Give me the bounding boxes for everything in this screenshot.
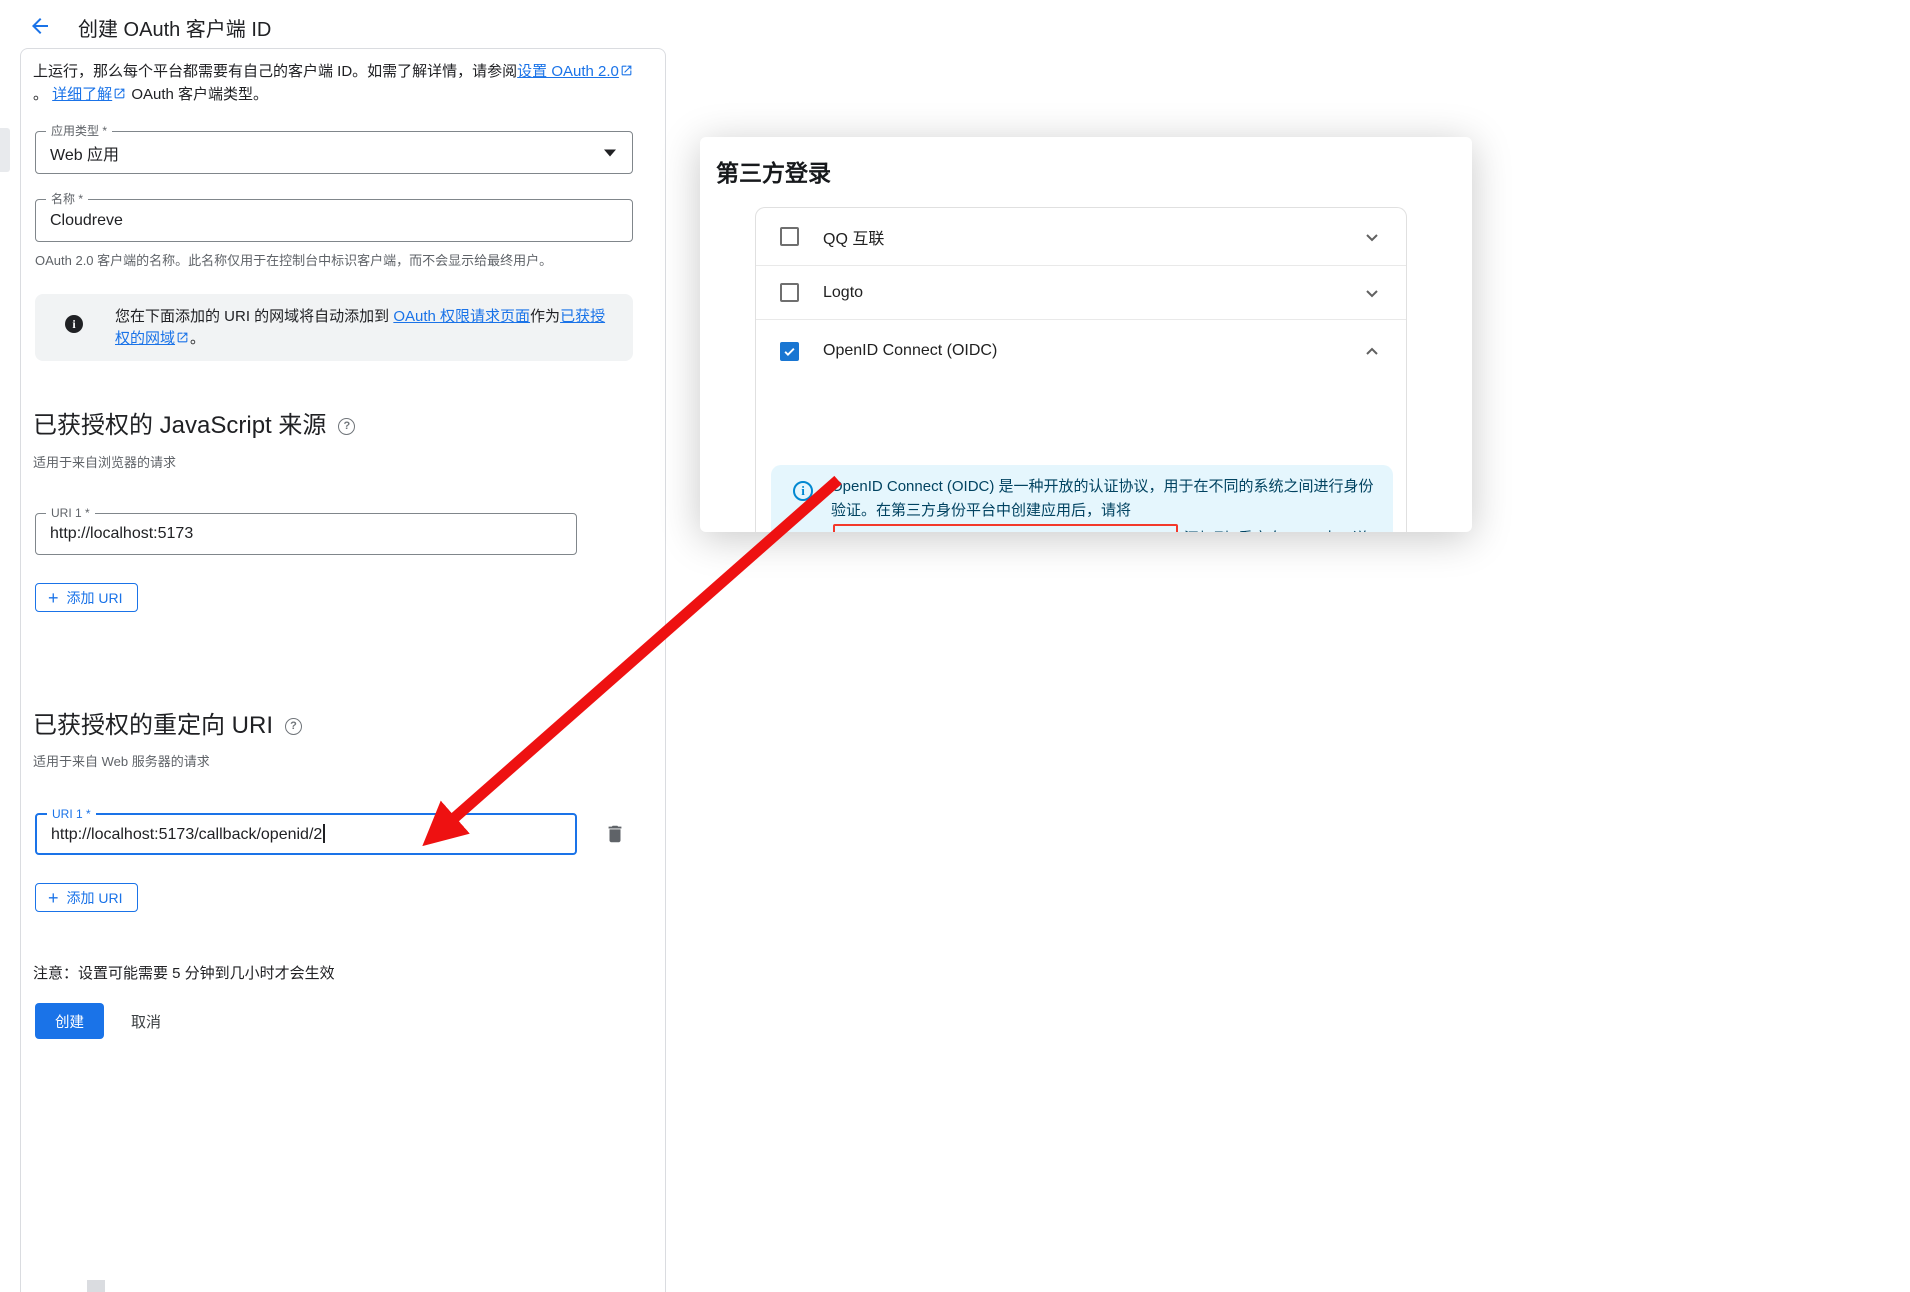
intro-sep: 。	[33, 86, 52, 103]
setup-oauth-link[interactable]: 设置 OAuth 2.0	[517, 63, 619, 80]
notice-text3: 。	[190, 330, 205, 347]
top-bar: 创建 OAuth 客户端 ID	[0, 0, 1910, 48]
js-origin-uri-label: URI 1 *	[46, 506, 95, 520]
oidc-alert-text: OpenID Connect (OIDC) 是一种开放的认证协议，用于在不同的系…	[831, 475, 1379, 532]
learn-more-link[interactable]: 详细了解	[52, 86, 112, 103]
oauth-consent-link[interactable]: OAuth 权限请求页面	[393, 308, 530, 325]
intro-text2: OAuth 客户端类型。	[127, 86, 268, 103]
js-origins-section-header: 已获授权的 JavaScript 来源?	[33, 405, 355, 440]
provider-label: QQ 互联	[823, 225, 884, 249]
app-type-value: Web 应用	[50, 141, 119, 165]
provider-row-qq[interactable]: QQ 互联	[756, 208, 1406, 266]
text-caret	[323, 824, 325, 843]
js-origins-subtitle: 适用于来自浏览器的请求	[33, 452, 176, 471]
callback-url-code: http://localhost:5173/callback/openid/2	[833, 524, 1178, 532]
client-name-value: Cloudreve	[50, 212, 123, 230]
js-origin-uri-value: http://localhost:5173	[50, 525, 193, 543]
help-icon[interactable]: ?	[338, 418, 355, 435]
propagation-note: 注意：设置可能需要 5 分钟到几小时才会生效	[33, 962, 335, 983]
provider-row-oidc[interactable]: OpenID Connect (OIDC)	[756, 320, 1406, 382]
cancel-button[interactable]: 取消	[117, 1003, 175, 1039]
add-js-origin-uri-button[interactable]: + 添加 URI	[35, 583, 138, 612]
chevron-down-icon[interactable]	[1360, 281, 1384, 305]
redirect-uri-title: 已获授权的重定向 URI	[33, 712, 273, 739]
app-type-label: 应用类型 *	[46, 124, 112, 138]
client-name-label: 名称 *	[46, 192, 88, 206]
chevron-up-icon[interactable]	[1360, 339, 1384, 363]
page: 创建 OAuth 客户端 ID 上运行，那么每个平台都需要有自己的客户端 ID。…	[0, 0, 1910, 1292]
intro-text: 上运行，那么每个平台都需要有自己的客户端 ID。如需了解详情，请参阅	[33, 63, 517, 80]
chevron-down-icon[interactable]	[1360, 225, 1384, 249]
client-name-input[interactable]: 名称 * Cloudreve	[35, 199, 633, 242]
plus-icon: +	[48, 589, 59, 607]
alert-text1: OpenID Connect (OIDC) 是一种开放的认证协议，用于在不同的系…	[831, 478, 1374, 519]
redirect-uri-label: URI 1 *	[47, 807, 96, 821]
third-party-login-panel: 第三方登录 QQ 互联 Logto OpenID Con	[700, 137, 1472, 532]
checkbox-unchecked-icon[interactable]	[780, 283, 799, 302]
external-link-icon	[620, 61, 633, 74]
create-button[interactable]: 创建	[35, 1003, 104, 1039]
intro-paragraph: 上运行，那么每个平台都需要有自己的客户端 ID。如需了解详情，请参阅设置 OAu…	[33, 60, 635, 106]
delete-uri-icon[interactable]	[604, 823, 626, 845]
domain-notice-text: 您在下面添加的 URI 的网域将自动添加到 OAuth 权限请求页面作为已获授权…	[115, 306, 615, 350]
checkbox-unchecked-icon[interactable]	[780, 227, 799, 246]
notice-text2: 作为	[530, 308, 560, 325]
add-redirect-uri-button[interactable]: + 添加 URI	[35, 883, 138, 912]
provider-accordion: QQ 互联 Logto OpenID Connect (OIDC)	[755, 207, 1407, 532]
app-type-select[interactable]: 应用类型 * Web 应用	[35, 131, 633, 174]
add-uri-label: 添加 URI	[67, 888, 123, 908]
add-uri-label: 添加 URI	[67, 588, 123, 608]
scroll-fragment	[0, 128, 10, 172]
info-icon: i	[65, 315, 83, 333]
external-link-icon	[176, 329, 189, 342]
provider-label: Logto	[823, 284, 863, 302]
page-title: 创建 OAuth 客户端 ID	[78, 13, 271, 42]
panel-title: 第三方登录	[716, 154, 831, 188]
plus-icon: +	[48, 889, 59, 907]
redirect-uri-text: http://localhost:5173/callback/openid/2	[51, 826, 322, 843]
redirect-uri-section-header: 已获授权的重定向 URI?	[33, 705, 302, 740]
notice-text1: 您在下面添加的 URI 的网域将自动添加到	[115, 308, 393, 325]
client-name-helper: OAuth 2.0 客户端的名称。此名称仅用于在控制台中标识客户端，而不会显示给…	[35, 250, 635, 269]
info-icon: i	[793, 481, 813, 501]
redirect-uri-input[interactable]: URI 1 * http://localhost:5173/callback/o…	[35, 813, 577, 855]
checkbox-checked-icon[interactable]	[780, 342, 799, 361]
oidc-info-alert: i OpenID Connect (OIDC) 是一种开放的认证协议，用于在不同…	[771, 465, 1393, 532]
provider-label: OpenID Connect (OIDC)	[823, 342, 997, 360]
bottom-fragment	[87, 1280, 105, 1292]
chevron-down-icon[interactable]	[604, 149, 616, 156]
provider-row-logto[interactable]: Logto	[756, 266, 1406, 320]
domain-notice: i 您在下面添加的 URI 的网域将自动添加到 OAuth 权限请求页面作为已获…	[35, 294, 633, 361]
external-link-icon	[113, 84, 126, 97]
help-icon[interactable]: ?	[285, 718, 302, 735]
redirect-uri-value: http://localhost:5173/callback/openid/2	[51, 824, 325, 844]
redirect-uri-subtitle: 适用于来自 Web 服务器的请求	[33, 751, 210, 770]
back-icon[interactable]	[28, 14, 52, 38]
js-origins-title: 已获授权的 JavaScript 来源	[33, 412, 326, 439]
js-origin-uri-input[interactable]: URI 1 * http://localhost:5173	[35, 513, 577, 555]
